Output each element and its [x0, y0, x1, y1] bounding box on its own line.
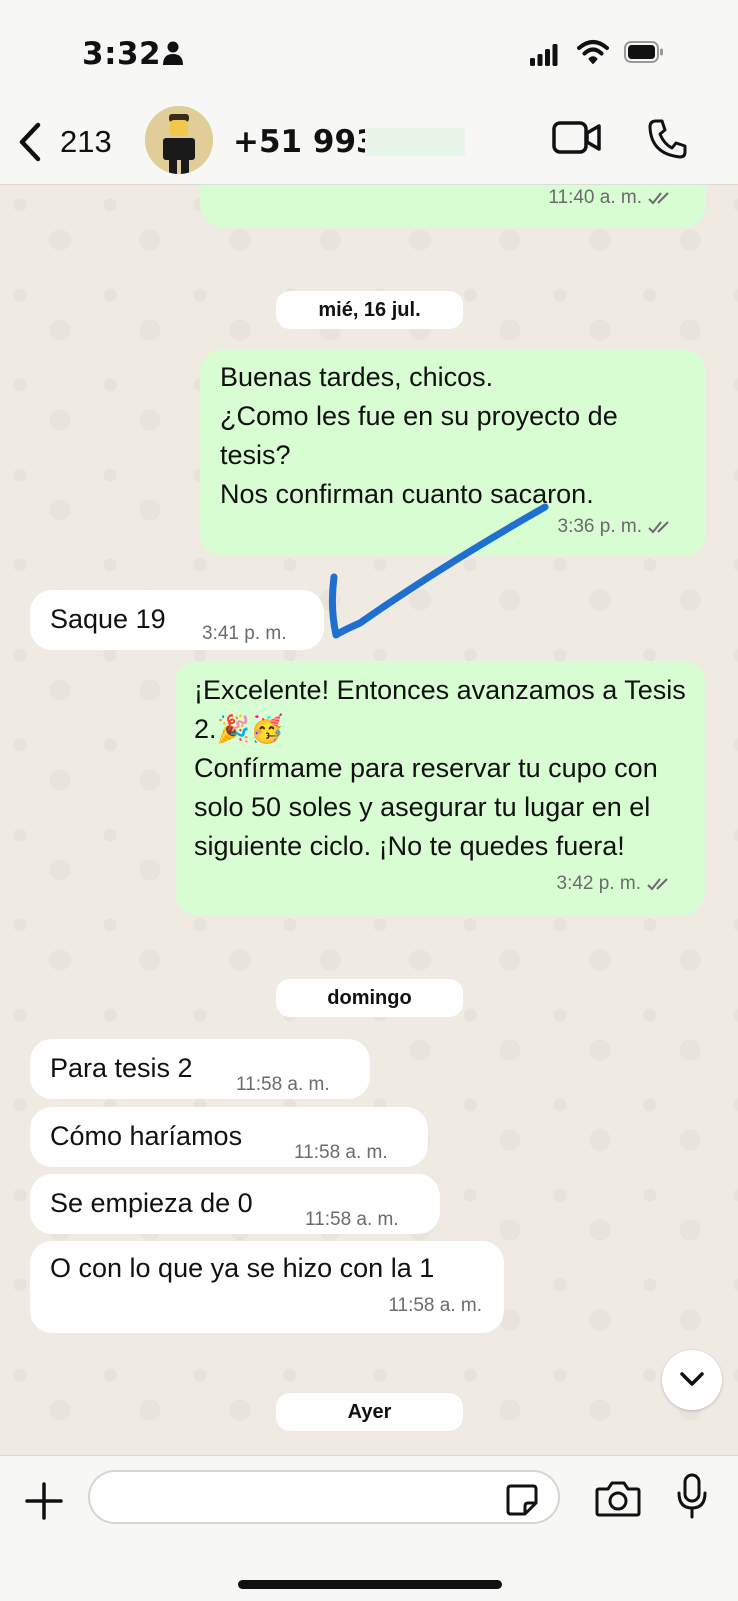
message-text: ¡Excelente! Entonces avanzamos a Tesis 2… — [194, 675, 686, 861]
plus-icon[interactable] — [24, 1481, 64, 1521]
date-separator: mié, 16 jul. — [276, 291, 463, 329]
chat-header: 213 +51 993 — [0, 106, 738, 185]
chevron-left-icon[interactable] — [14, 120, 44, 164]
date-separator: domingo — [276, 979, 463, 1017]
message-time: 11:58 a. m. — [294, 1142, 388, 1163]
incoming-message[interactable]: Saque 19 3:41 p. m. — [30, 590, 324, 650]
video-camera-icon[interactable] — [552, 120, 602, 156]
checkmark-annotation — [328, 503, 549, 639]
message-time: 11:58 a. m. — [305, 1209, 399, 1230]
avatar[interactable] — [145, 106, 213, 174]
contact-name[interactable]: +51 993 — [233, 124, 378, 160]
message-text: O con lo que ya se hizo con la 1 — [50, 1253, 435, 1283]
redaction — [365, 128, 465, 156]
scroll-down-button[interactable] — [662, 1350, 722, 1410]
incoming-message[interactable]: Para tesis 2 11:58 a. m. — [30, 1039, 370, 1099]
message-time: 3:42 p. m. — [556, 873, 642, 894]
microphone-icon[interactable] — [676, 1473, 708, 1519]
phone-icon[interactable] — [647, 118, 687, 160]
message-time: 11:58 a. m. — [236, 1074, 330, 1095]
message-text: Buenas tardes, chicos. ¿Como les fue en … — [220, 362, 618, 509]
sticker-icon[interactable] — [505, 1483, 539, 1517]
outgoing-message[interactable]: ¡Excelente! Entonces avanzamos a Tesis 2… — [175, 661, 705, 915]
status-bar: 3:32 — [0, 0, 738, 106]
double-check-icon — [647, 878, 668, 891]
person-icon — [163, 41, 183, 65]
double-check-icon — [648, 192, 669, 205]
incoming-message[interactable]: Se empieza de 0 11:58 a. m. — [30, 1174, 440, 1234]
incoming-message[interactable]: O con lo que ya se hizo con la 1 11:58 a… — [30, 1241, 504, 1333]
message-text: Para tesis 2 — [50, 1053, 193, 1083]
message-time: 11:58 a. m. — [388, 1295, 482, 1316]
wifi-icon — [577, 40, 609, 64]
message-input[interactable] — [88, 1470, 560, 1524]
status-time: 3:32 — [82, 36, 162, 72]
chat-area[interactable]: 11:40 a. m. mié, 16 jul. Buenas tardes, … — [0, 185, 738, 1455]
date-separator: Ayer — [276, 1393, 463, 1431]
incoming-message[interactable]: Cómo haríamos 11:58 a. m. — [30, 1107, 428, 1167]
message-text: Cómo haríamos — [50, 1121, 243, 1151]
battery-icon — [624, 41, 663, 63]
message-time: 3:41 p. m. — [202, 623, 287, 644]
double-check-icon — [648, 521, 669, 534]
message-text: Se empieza de 0 — [50, 1188, 253, 1218]
home-indicator[interactable] — [238, 1580, 502, 1589]
camera-icon[interactable] — [595, 1480, 641, 1518]
chevron-down-icon — [680, 1372, 704, 1386]
unread-count[interactable]: 213 — [60, 124, 112, 160]
signal-icon — [530, 44, 558, 66]
composer-bar — [0, 1455, 738, 1601]
outgoing-message[interactable]: 11:40 a. m. — [200, 185, 706, 227]
message-text: Saque 19 — [50, 604, 166, 634]
message-time: 3:36 p. m. — [557, 516, 643, 537]
message-time: 11:40 a. m. — [548, 187, 642, 208]
